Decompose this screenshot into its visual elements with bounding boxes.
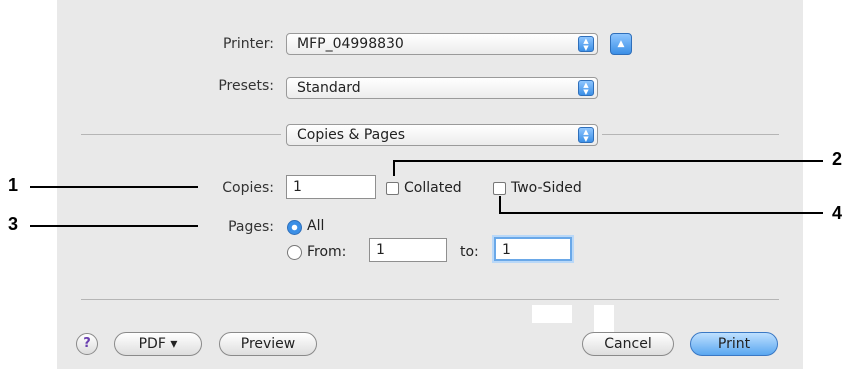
pdf-button[interactable]: PDF ▾ [114,332,202,356]
collated-label: Collated [404,180,462,196]
to-label: to: [460,244,479,260]
help-icon[interactable]: ? [76,333,98,355]
printer-label: Printer: [222,36,274,52]
callout-4-line-vertical [499,196,501,214]
printer-value: MFP_04998830 [297,36,404,52]
bottom-separator [81,299,779,300]
pages-from-radio[interactable] [287,245,302,260]
section-value: Copies & Pages [297,127,406,143]
callout-2-line [393,160,823,162]
callout-2-line-vertical [393,160,395,176]
collated-checkbox[interactable] [386,182,399,195]
print-button[interactable]: Print [690,332,778,356]
to-field[interactable]: 1 [494,237,572,261]
callout-4: 4 [832,203,843,223]
cancel-button[interactable]: Cancel [582,332,674,356]
pages-label: Pages: [228,219,274,235]
separator-left [81,134,281,135]
white-patch [532,305,572,323]
two-sided-label: Two-Sided [511,180,582,196]
callout-1-line [30,186,198,188]
section-popup[interactable]: Copies & Pages ▲ ▼ [286,124,598,146]
from-field[interactable]: 1 [369,238,447,262]
presets-label: Presets: [218,78,274,94]
pages-all-label: All [307,218,325,234]
callout-3: 3 [8,214,19,234]
copies-field[interactable]: 1 [286,175,376,199]
copies-label: Copies: [222,180,274,196]
callout-2: 2 [832,149,843,169]
updown-arrows-icon: ▲ ▼ [578,127,594,143]
from-label: From: [307,244,347,260]
presets-value: Standard [297,80,361,96]
updown-arrows-icon: ▲ ▼ [578,80,594,96]
preview-button[interactable]: Preview [219,332,317,356]
two-sided-checkbox[interactable] [493,182,506,195]
callout-1: 1 [8,175,19,195]
disclosure-triangle-icon[interactable]: ▲ [610,33,632,55]
presets-popup[interactable]: Standard ▲ ▼ [286,77,598,99]
pages-all-radio[interactable] [287,220,302,235]
printer-popup[interactable]: MFP_04998830 ▲ ▼ [286,33,598,55]
callout-4-line [499,212,823,214]
callout-3-line [30,225,198,227]
updown-arrows-icon: ▲ ▼ [578,36,594,52]
separator-right [602,134,779,135]
